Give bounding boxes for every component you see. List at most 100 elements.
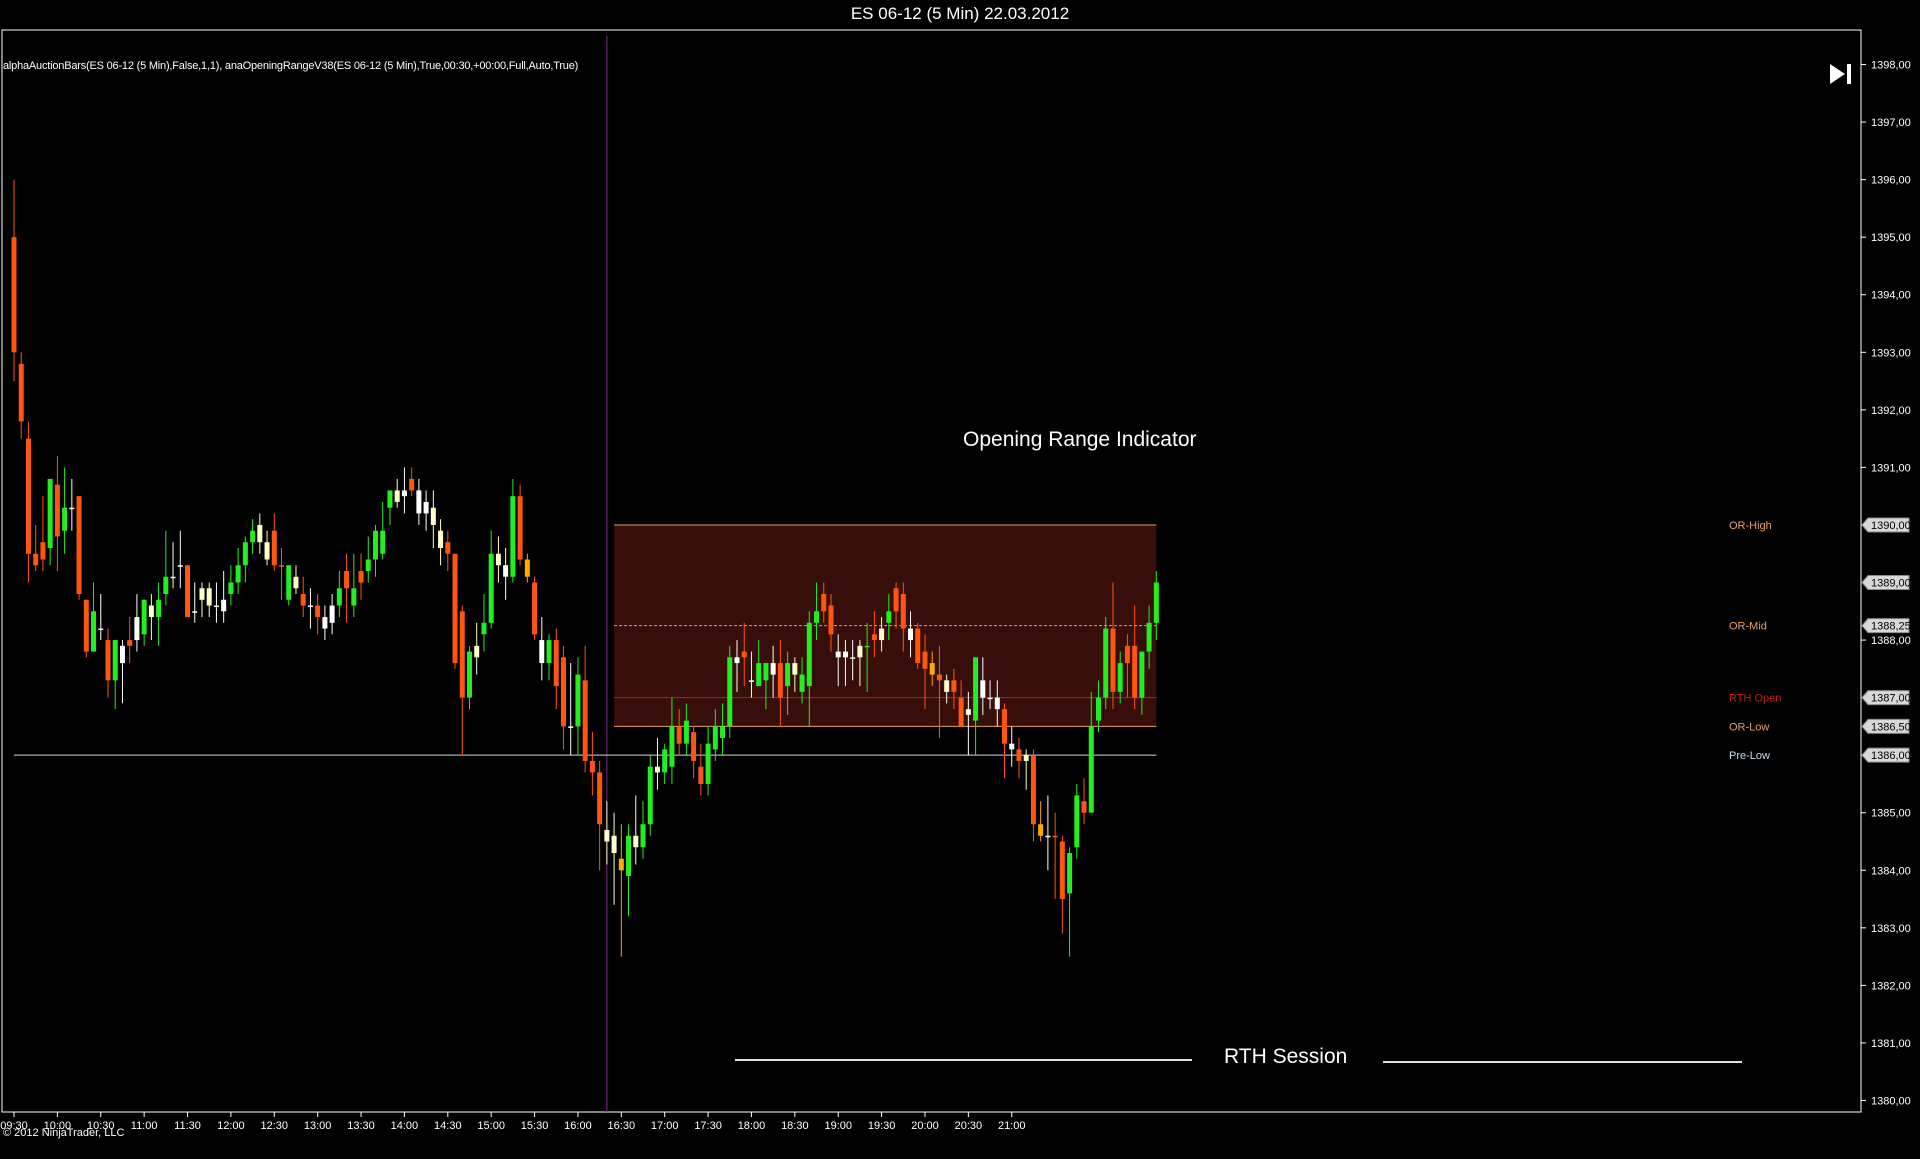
candle-body [1052, 835, 1058, 838]
candle-body [445, 542, 451, 554]
candle [286, 565, 292, 606]
candle-body [748, 680, 754, 682]
candle [495, 536, 501, 583]
candle-body [727, 657, 733, 727]
candle-body [792, 663, 798, 675]
y-axis-label: 1395,00 [1871, 232, 1911, 244]
candle-body [987, 697, 993, 700]
candle [47, 478, 53, 566]
skip-to-end-icon[interactable] [1826, 61, 1854, 87]
candle [973, 657, 979, 756]
candle-body [1059, 841, 1065, 900]
candle-body [705, 743, 711, 784]
candle-body [365, 559, 371, 571]
candle [568, 663, 574, 756]
candle-body [481, 622, 487, 635]
candle [1081, 778, 1087, 825]
candle-body [597, 772, 603, 825]
candle-body [1088, 726, 1094, 813]
candle [633, 795, 639, 865]
candle [1009, 726, 1015, 767]
candle [62, 467, 68, 554]
x-axis-label: 20:30 [955, 1120, 983, 1132]
candle-body [575, 674, 581, 727]
candle-body [127, 640, 133, 646]
or-mid-label: OR-Mid [1729, 621, 1767, 633]
y-axis-label: 1384,00 [1871, 865, 1911, 877]
candle [98, 594, 104, 641]
candle-body [134, 617, 140, 641]
candle-body [358, 571, 364, 583]
candle-body [879, 628, 885, 641]
candle-body [1002, 709, 1008, 744]
candle [307, 588, 313, 629]
candle-body [1016, 749, 1022, 761]
candle-body [459, 611, 465, 698]
chart-panel[interactable]: OR-High OR-Mid RTH Open OR-Low Pre-Low 1398,0… [0, 27, 1920, 1159]
candle [170, 542, 176, 589]
candle-body [452, 553, 458, 664]
candle-body [546, 640, 552, 664]
candle [119, 640, 125, 704]
candle-body [438, 530, 444, 548]
candle-body [18, 363, 24, 422]
candle-body [105, 640, 111, 681]
x-axis-label: 19:00 [824, 1120, 852, 1132]
candle [524, 553, 530, 583]
y-axis-label: 1393,00 [1871, 347, 1911, 359]
candle-body [871, 634, 877, 641]
candle [698, 743, 704, 796]
candle-body [980, 680, 986, 698]
candle [611, 812, 617, 905]
candle-body [11, 237, 17, 353]
candle-body [582, 680, 588, 761]
candle-body [994, 697, 1000, 710]
pre-low-badge-label: 1386,00 [1871, 750, 1911, 762]
x-axis-label: 15:00 [477, 1120, 505, 1132]
candle [192, 582, 198, 623]
candle-body [857, 645, 863, 658]
candle [503, 547, 509, 600]
candle [409, 467, 415, 497]
candle [242, 536, 248, 583]
rth-open-label: RTH Open [1729, 693, 1781, 705]
candle-body [900, 594, 906, 629]
candle [351, 553, 357, 618]
candle [553, 628, 559, 710]
candle [394, 478, 400, 508]
candle [647, 755, 653, 836]
candle [40, 496, 46, 571]
candle [177, 530, 183, 589]
candle [915, 622, 921, 669]
candle [69, 478, 75, 531]
candle [387, 490, 393, 525]
candle-body [1074, 795, 1080, 848]
candle [691, 726, 697, 779]
x-axis-label: 14:30 [434, 1120, 462, 1132]
candle-body [257, 524, 263, 543]
x-axis-label: 21:00 [998, 1120, 1026, 1132]
x-axis-label: 17:30 [694, 1120, 722, 1132]
candle-body [640, 824, 646, 848]
candle [1067, 847, 1073, 957]
y-axis-label: 1388,00 [1871, 635, 1911, 647]
candle [705, 726, 711, 796]
candle-body [206, 588, 212, 606]
x-axis-label: 18:00 [738, 1120, 766, 1132]
candle-body [1038, 824, 1044, 836]
candle [560, 645, 566, 750]
candle-body [423, 501, 429, 514]
window-title: ES 06-12 (5 Min) 22.03.2012 [0, 0, 1920, 27]
candle-body [734, 657, 740, 664]
candle-body [691, 732, 697, 761]
candle-body [893, 588, 899, 612]
candle-body [936, 674, 942, 681]
candle-body [40, 542, 46, 560]
price-chart[interactable]: OR-High OR-Mid RTH Open OR-Low Pre-Low 1398,0… [0, 27, 1920, 1159]
candle-body [1132, 645, 1138, 698]
opening-range-annotation: Opening Range Indicator [963, 428, 1197, 451]
candle-body [141, 599, 147, 635]
candle [727, 645, 733, 738]
copyright-text: © 2012 NinjaTrader, LLC [3, 1127, 125, 1139]
x-axis-label: 13:00 [304, 1120, 332, 1132]
